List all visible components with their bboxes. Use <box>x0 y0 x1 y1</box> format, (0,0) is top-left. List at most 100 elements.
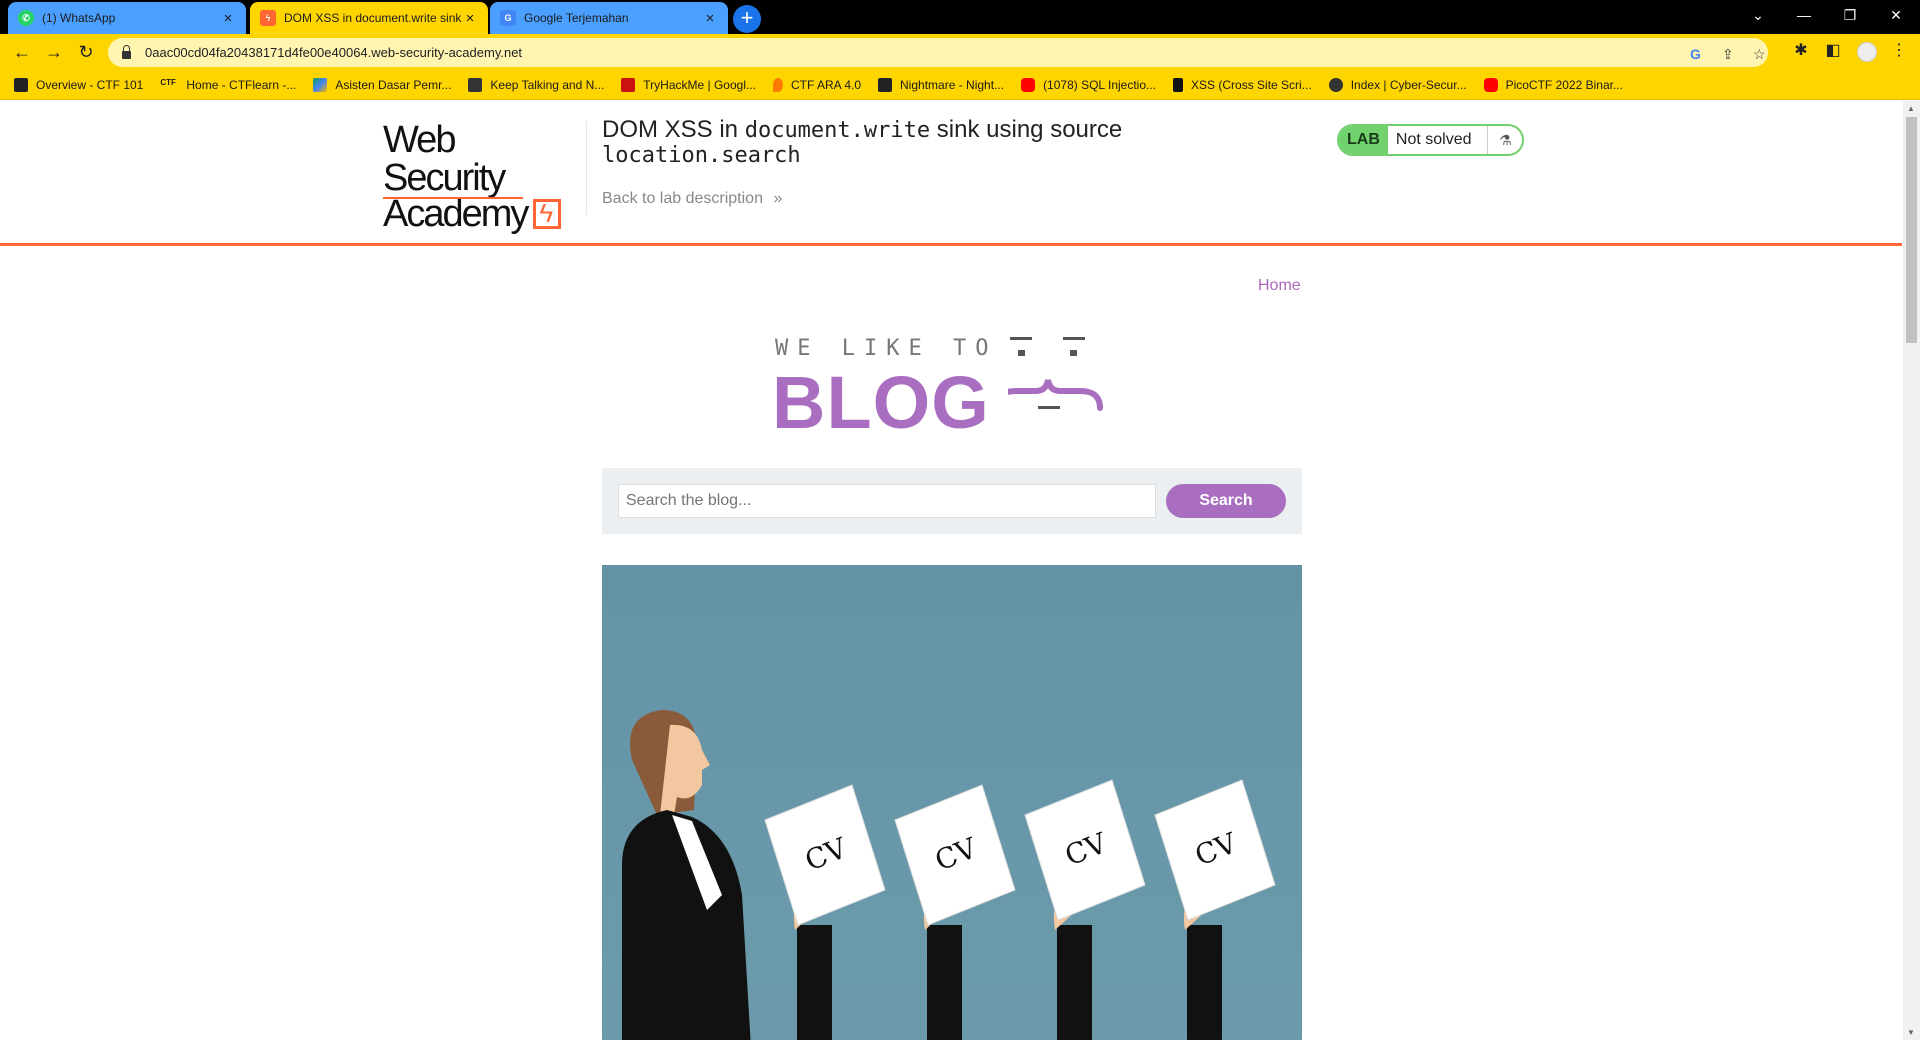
restore-icon[interactable]: ❐ <box>1827 0 1873 30</box>
bookmark-item[interactable]: PicoCTF 2022 Binar... <box>1483 77 1623 92</box>
blog-text: BLOG <box>772 361 990 444</box>
star-icon[interactable]: ☆ <box>1753 46 1766 63</box>
browser-toolbar: ← → ↻ 0aac00cd04fa20438171d4fe00e40064.w… <box>0 34 1920 70</box>
brace-face-icon <box>1008 337 1103 411</box>
bookmark-label: (1078) SQL Injectio... <box>1043 77 1157 92</box>
bookmark-label: Index | Cyber-Secur... <box>1350 77 1467 92</box>
scroll-down-icon[interactable]: ▼ <box>1907 1028 1915 1037</box>
lab-status: Not solved <box>1388 126 1489 154</box>
bookmark-label: PicoCTF 2022 Binar... <box>1505 77 1623 92</box>
tab-strip: ✆ (1) WhatsApp × ϟ DOM XSS in document.w… <box>0 0 1920 34</box>
job-interview-illustration: CV CV CV CV <box>602 565 1302 1040</box>
share-icon[interactable]: ⇪ <box>1722 46 1734 63</box>
tab-search-icon[interactable]: ⌄ <box>1735 0 1781 30</box>
reload-icon[interactable]: ↻ <box>74 40 98 64</box>
tab-whatsapp[interactable]: ✆ (1) WhatsApp × <box>8 2 246 34</box>
bookmark-item[interactable]: TryHackMe | Googl... <box>621 77 756 92</box>
back-link-label: Back to lab description <box>602 190 763 207</box>
drive-icon <box>313 77 328 92</box>
title-code-sink: document.write <box>744 118 931 143</box>
bookmark-label: Asisten Dasar Pemr... <box>335 77 452 92</box>
back-to-lab-description-link[interactable]: Back to lab description » <box>602 190 782 208</box>
tab-title: DOM XSS in document.write sink <box>284 11 462 25</box>
game-icon <box>468 77 483 92</box>
lab-label: LAB <box>1339 126 1388 154</box>
tab-dom-xss[interactable]: ϟ DOM XSS in document.write sink × <box>250 2 488 34</box>
tab-title: Google Terjemahan <box>524 11 629 25</box>
flask-icon: ⚗ <box>1499 132 1512 148</box>
web-security-academy-logo[interactable]: Web Security Academy <box>383 119 583 235</box>
bookmark-label: CTF ARA 4.0 <box>790 77 862 92</box>
doc-icon <box>1173 77 1184 92</box>
close-icon[interactable]: × <box>702 10 718 27</box>
book-icon <box>14 77 28 92</box>
title-mid: sink using source <box>930 116 1123 143</box>
extensions-icon[interactable]: ✱ <box>1789 40 1813 60</box>
close-icon[interactable]: × <box>220 10 236 27</box>
back-arrow-icon[interactable]: ← <box>10 40 34 64</box>
youtube-icon <box>1021 77 1036 92</box>
search-bar: Search <box>602 468 1302 534</box>
scroll-thumb[interactable] <box>1906 117 1917 343</box>
bookmark-item[interactable]: Keep Talking and N... <box>468 77 605 92</box>
globe-icon <box>1328 77 1343 92</box>
logo-underline <box>383 197 523 199</box>
tryhackme-icon <box>621 77 636 92</box>
side-panel-icon[interactable]: ◧ <box>1821 40 1845 60</box>
logo-line1: Web Security <box>383 119 506 199</box>
url-text: 0aac00cd04fa20438171d4fe00e40064.web-sec… <box>145 45 523 60</box>
bookmark-item[interactable]: Overview - CTF 101 <box>14 77 144 92</box>
whatsapp-icon: ✆ <box>18 10 34 26</box>
double-chevron-right-icon: » <box>773 190 783 207</box>
burp-icon: ϟ <box>260 10 276 26</box>
youtube-icon <box>1483 77 1498 92</box>
new-tab-button[interactable]: + <box>733 5 761 33</box>
forward-arrow-icon[interactable]: → <box>42 40 66 64</box>
menu-icon[interactable]: ⋮ <box>1887 40 1911 60</box>
bookmark-label: Keep Talking and N... <box>490 77 605 92</box>
bookmark-item[interactable]: XSS (Cross Site Scri... <box>1173 77 1312 92</box>
page-title: DOM XSS in document.write sink using sou… <box>602 118 1162 168</box>
google-icon[interactable]: G <box>1690 46 1701 62</box>
page-content: Web Security Academy DOM XSS in document… <box>0 101 1902 1040</box>
search-button[interactable]: Search <box>1166 484 1286 518</box>
close-icon[interactable]: × <box>462 10 478 27</box>
bookmark-item[interactable]: Nightmare - Night... <box>878 77 1005 92</box>
bookmark-item[interactable]: CTF ARA 4.0 <box>772 77 862 92</box>
logo-line2: Academy <box>383 193 529 235</box>
bookmark-label: TryHackMe | Googl... <box>643 77 756 92</box>
bookmark-label: Home - CTFlearn -... <box>186 77 297 92</box>
bookmark-label: Nightmare - Night... <box>900 77 1005 92</box>
lightning-icon <box>533 196 562 230</box>
page-scrollbar[interactable]: ▲ ▼ <box>1903 101 1920 1040</box>
avatar[interactable] <box>1857 42 1877 62</box>
bookmark-item[interactable]: Asisten Dasar Pemr... <box>313 77 452 92</box>
bookmark-item[interactable]: (1078) SQL Injectio... <box>1021 77 1157 92</box>
close-window-icon[interactable]: ✕ <box>1873 0 1919 30</box>
bookmark-item[interactable]: CTF Home - CTFlearn -... <box>160 78 296 92</box>
bookmark-label: XSS (Cross Site Scri... <box>1191 77 1312 92</box>
google-translate-icon: G <box>500 10 516 26</box>
bookmark-label: Overview - CTF 101 <box>36 77 144 92</box>
address-bar[interactable]: 0aac00cd04fa20438171d4fe00e40064.web-sec… <box>108 38 1768 67</box>
bookmark-item[interactable]: Index | Cyber-Secur... <box>1328 77 1467 92</box>
ctf-icon: CTF <box>160 77 176 87</box>
tab-title: (1) WhatsApp <box>42 11 116 25</box>
lab-status-badge: LAB Not solved ⚗ <box>1337 124 1525 156</box>
book-icon <box>878 77 893 92</box>
tab-google-translate[interactable]: G Google Terjemahan × <box>490 2 728 34</box>
academy-header: Web Security Academy DOM XSS in document… <box>0 101 1902 246</box>
logo-line2-wrap: Academy <box>383 193 583 235</box>
minimize-icon[interactable]: — <box>1781 0 1827 30</box>
we-like-to-text: WE LIKE TO <box>775 336 998 361</box>
flame-icon <box>772 77 783 92</box>
header-divider <box>586 121 587 215</box>
title-code-source: location.search <box>602 143 801 168</box>
bookmarks-bar: Overview - CTF 101 CTF Home - CTFlearn -.… <box>0 70 1920 100</box>
scroll-up-icon[interactable]: ▲ <box>1907 104 1915 113</box>
lock-icon <box>122 44 131 59</box>
search-input[interactable] <box>618 484 1156 518</box>
home-link[interactable]: Home <box>1258 277 1301 295</box>
blog-post-image[interactable]: CV CV CV CV <box>602 565 1302 1040</box>
title-prefix: DOM XSS in <box>602 116 745 143</box>
